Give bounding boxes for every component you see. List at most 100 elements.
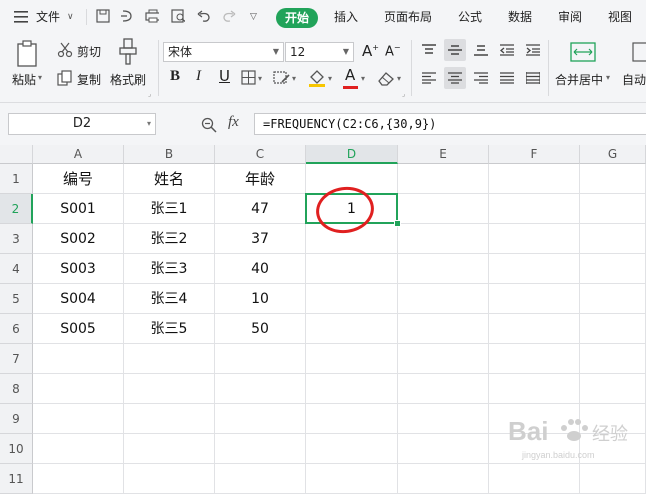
tab-page-layout[interactable]: 页面布局 [384, 7, 432, 27]
data-cell[interactable]: 10 [215, 284, 306, 314]
formula-input[interactable]: =FREQUENCY(C2:C6,{30,9}) [254, 113, 646, 135]
grid-cell[interactable] [306, 434, 398, 464]
header-cell[interactable]: 年龄 [215, 164, 306, 194]
chevron-down-icon[interactable]: ▾ [397, 74, 401, 83]
column-header-f[interactable]: F [489, 145, 580, 164]
column-header-a[interactable]: A [33, 145, 124, 164]
data-cell[interactable]: 37 [215, 224, 306, 254]
data-cell[interactable]: S005 [33, 314, 124, 344]
tab-review[interactable]: 审阅 [558, 7, 582, 27]
grid-cell[interactable] [124, 404, 215, 434]
data-cell[interactable]: S004 [33, 284, 124, 314]
file-menu[interactable]: 文件 [36, 7, 60, 27]
dialog-launcher-icon[interactable]: ⌟ [148, 90, 151, 98]
grid-cell[interactable] [215, 344, 306, 374]
grid-cell[interactable] [398, 194, 489, 224]
grid-cell[interactable] [398, 224, 489, 254]
border-icon[interactable] [241, 70, 257, 86]
grid-cell[interactable] [33, 434, 124, 464]
font-color-button[interactable]: A [345, 66, 355, 84]
decrease-font-size-button[interactable]: A− [385, 43, 401, 59]
grid-cell[interactable] [306, 314, 398, 344]
row-header[interactable]: 5 [0, 284, 33, 314]
row-header[interactable]: 1 [0, 164, 33, 194]
tab-formulas[interactable]: 公式 [458, 7, 482, 27]
column-header-c[interactable]: C [215, 145, 306, 164]
eraser-icon[interactable] [377, 70, 395, 86]
data-cell[interactable]: 40 [215, 254, 306, 284]
grid-cell[interactable] [398, 254, 489, 284]
data-cell[interactable]: S001 [33, 194, 124, 224]
chevron-down-icon[interactable]: ▾ [258, 74, 262, 83]
grid-cell[interactable] [398, 404, 489, 434]
grid-cell[interactable] [489, 194, 580, 224]
paste-icon[interactable] [16, 40, 40, 68]
paste-dropdown-icon[interactable]: ▾ [38, 73, 42, 82]
decrease-indent-button[interactable] [496, 39, 518, 61]
grid-cell[interactable] [306, 284, 398, 314]
data-cell[interactable]: 50 [215, 314, 306, 344]
chevron-down-icon[interactable]: ∨ [67, 7, 74, 27]
wrap-text-button[interactable]: 自动 [622, 71, 646, 88]
font-name-select[interactable]: 宋体 ▼ [163, 42, 284, 62]
grid-cell[interactable] [489, 224, 580, 254]
grid-cell[interactable] [398, 344, 489, 374]
grid-cell[interactable] [489, 314, 580, 344]
justify-button[interactable] [496, 67, 518, 89]
grid-cell[interactable] [124, 464, 215, 494]
fill-color-icon[interactable] [308, 68, 326, 88]
chevron-down-icon[interactable]: ▾ [292, 74, 296, 83]
merge-center-icon[interactable] [570, 42, 596, 62]
font-size-select[interactable]: 12 ▼ [285, 42, 354, 62]
header-cell[interactable]: 编号 [33, 164, 124, 194]
grid-cell[interactable] [489, 164, 580, 194]
row-header[interactable]: 4 [0, 254, 33, 284]
insert-function-button[interactable]: fx [228, 114, 239, 131]
grid-cell[interactable] [580, 164, 646, 194]
format-painter-button[interactable]: 格式刷 [110, 71, 146, 88]
export-icon[interactable] [120, 9, 134, 23]
print-preview-icon[interactable] [171, 9, 185, 23]
cell-style-icon[interactable] [273, 70, 291, 86]
row-header[interactable]: 2 [0, 194, 33, 224]
grid-cell[interactable] [33, 374, 124, 404]
grid-cell[interactable] [124, 374, 215, 404]
grid-cell[interactable] [580, 344, 646, 374]
dialog-launcher-icon[interactable]: ⌟ [402, 90, 405, 98]
align-middle-button[interactable] [444, 39, 466, 61]
align-bottom-button[interactable] [470, 39, 492, 61]
increase-font-size-button[interactable]: A+ [362, 42, 379, 60]
grid-cell[interactable] [398, 284, 489, 314]
data-cell[interactable]: 张三1 [124, 194, 215, 224]
row-header[interactable]: 8 [0, 374, 33, 404]
data-cell[interactable]: S003 [33, 254, 124, 284]
fill-handle[interactable] [394, 220, 401, 227]
grid-cell[interactable] [580, 314, 646, 344]
grid-cell[interactable] [215, 464, 306, 494]
select-all-corner[interactable] [0, 145, 33, 164]
tab-insert[interactable]: 插入 [334, 7, 358, 27]
grid-cell[interactable] [306, 254, 398, 284]
data-cell[interactable]: 47 [215, 194, 306, 224]
grid-cell[interactable] [215, 434, 306, 464]
distributed-align-button[interactable] [522, 67, 544, 89]
italic-button[interactable]: I [196, 68, 201, 85]
header-cell[interactable]: 姓名 [124, 164, 215, 194]
grid-cell[interactable] [489, 344, 580, 374]
align-top-button[interactable] [418, 39, 440, 61]
bold-button[interactable]: B [170, 68, 180, 85]
grid-cell[interactable] [306, 344, 398, 374]
grid-cell[interactable] [489, 464, 580, 494]
grid-cell[interactable] [33, 464, 124, 494]
format-painter-icon[interactable] [117, 38, 139, 66]
paste-button-label[interactable]: 粘贴 [12, 71, 36, 88]
row-header[interactable]: 7 [0, 344, 33, 374]
data-cell[interactable]: 张三3 [124, 254, 215, 284]
grid-cell[interactable] [306, 404, 398, 434]
column-header-e[interactable]: E [398, 145, 489, 164]
grid-cell[interactable] [580, 194, 646, 224]
row-header[interactable]: 10 [0, 434, 33, 464]
data-cell[interactable]: S002 [33, 224, 124, 254]
column-header-g[interactable]: G [580, 145, 646, 164]
copy-button[interactable]: 复制 [77, 71, 101, 88]
